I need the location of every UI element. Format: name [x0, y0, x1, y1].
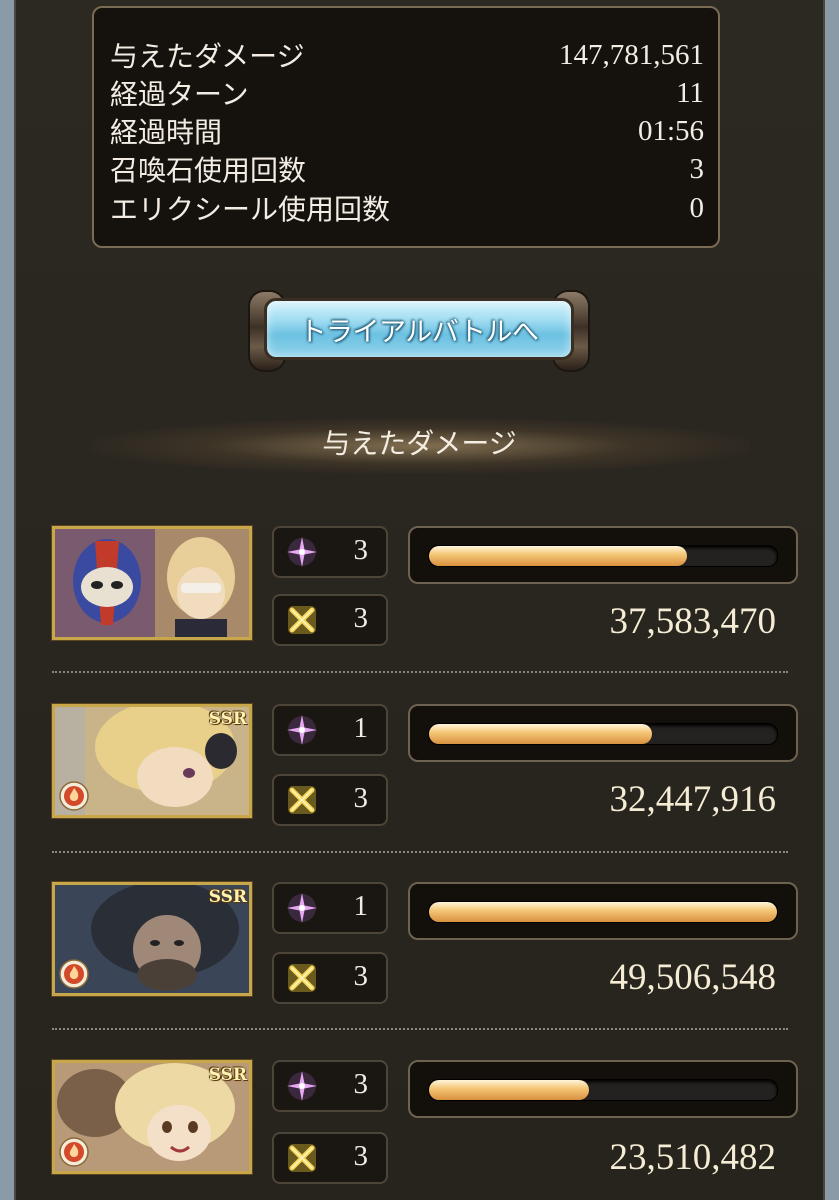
- damage-bar-fill: [429, 546, 687, 566]
- stat-label: 与えたダメージ: [110, 40, 305, 73]
- skill-count-value: 3: [353, 534, 369, 566]
- ougi-count-value: 3: [353, 1140, 369, 1172]
- party-member-row: SSR 3 3 23,510,482: [50, 1060, 800, 1184]
- stat-value: 3: [689, 152, 705, 185]
- ssr-badge: SSR: [208, 1065, 247, 1085]
- skill-count: 3: [272, 526, 388, 578]
- damage-value: 32,447,916: [609, 779, 777, 820]
- crossed-swords-icon: [288, 786, 316, 814]
- skill-count-value: 1: [353, 712, 369, 744]
- stat-value: 0: [689, 191, 705, 224]
- purple-sparkle-icon: [287, 537, 317, 567]
- ssr-badge: SSR: [208, 709, 247, 729]
- stat-row-damage: 与えたダメージ 147,781,561: [110, 36, 704, 74]
- damage-bar-track: [428, 901, 778, 923]
- skill-count: 3: [272, 1060, 388, 1112]
- stat-value: 11: [676, 76, 704, 109]
- stat-row-summons: 召喚石使用回数 3: [110, 150, 704, 188]
- stat-row-turns: 経過ターン 11: [110, 74, 704, 112]
- fire-element-icon: [59, 1137, 89, 1167]
- stat-value: 147,781,561: [559, 38, 704, 71]
- trial-battle-button-body[interactable]: トライアルバトルへ: [264, 298, 574, 360]
- skill-count: 1: [272, 704, 388, 756]
- party-member-row: 3 3 37,583,470: [50, 526, 800, 648]
- section-title: 与えたダメージ: [322, 427, 517, 460]
- crossed-swords-icon: [288, 606, 316, 634]
- party-member-row: SSR 1 3 49,506,548: [50, 882, 800, 1004]
- ougi-count: 3: [272, 774, 388, 826]
- ougi-count-value: 3: [353, 960, 369, 992]
- stat-label: エリクシール使用回数: [110, 193, 391, 226]
- damage-bar-fill: [429, 1080, 590, 1100]
- ougi-count: 3: [272, 952, 388, 1004]
- row-divider: [52, 1028, 788, 1030]
- trial-battle-button[interactable]: トライアルバトルへ: [250, 290, 588, 372]
- stat-label: 召喚石使用回数: [110, 154, 307, 187]
- damage-bar: [408, 704, 798, 762]
- ougi-count: 3: [272, 594, 388, 646]
- damage-bar-fill: [429, 902, 777, 922]
- damage-bar-track: [428, 545, 778, 567]
- ssr-badge: SSR: [208, 887, 247, 907]
- skill-count-value: 3: [353, 1068, 369, 1100]
- character-portrait[interactable]: SSR: [52, 704, 252, 818]
- stat-label: 経過時間: [110, 116, 223, 149]
- damage-bar: [408, 882, 798, 940]
- damage-bar-track: [428, 723, 778, 745]
- purple-sparkle-icon: [287, 1071, 317, 1101]
- ougi-count: 3: [272, 1132, 388, 1184]
- stat-value: 01:56: [637, 114, 704, 147]
- purple-sparkle-icon: [287, 893, 317, 923]
- trial-battle-button-label: トライアルバトルへ: [299, 316, 539, 348]
- party-member-row: SSR 1 3 32,447,916: [50, 704, 800, 826]
- damage-bar: [408, 526, 798, 584]
- ougi-count-value: 3: [353, 602, 369, 634]
- skill-count: 1: [272, 882, 388, 934]
- damage-bar-track: [428, 1079, 778, 1101]
- stat-row-time: 経過時間 01:56: [110, 112, 704, 150]
- character-portrait[interactable]: SSR: [52, 882, 252, 996]
- damage-bar: [408, 1060, 798, 1118]
- character-portrait[interactable]: SSR: [52, 1060, 252, 1174]
- crossed-swords-icon: [288, 1144, 316, 1172]
- damage-value: 49,506,548: [609, 957, 777, 998]
- row-divider: [52, 671, 788, 673]
- fire-element-icon: [59, 959, 89, 989]
- damage-bar-fill: [429, 724, 652, 744]
- damage-value: 37,583,470: [609, 601, 777, 642]
- crossed-swords-icon: [288, 964, 316, 992]
- fire-element-icon: [59, 781, 89, 811]
- character-portrait[interactable]: [52, 526, 252, 640]
- damage-value: 23,510,482: [609, 1137, 777, 1178]
- battle-stats-box: 与えたダメージ 147,781,561 経過ターン 11 経過時間 01:56 …: [92, 6, 720, 248]
- row-divider: [52, 851, 788, 853]
- stat-label: 経過ターン: [110, 78, 249, 111]
- stat-row-elixirs: エリクシール使用回数 0: [110, 189, 704, 227]
- skill-count-value: 1: [353, 890, 369, 922]
- ougi-count-value: 3: [353, 782, 369, 814]
- purple-sparkle-icon: [287, 715, 317, 745]
